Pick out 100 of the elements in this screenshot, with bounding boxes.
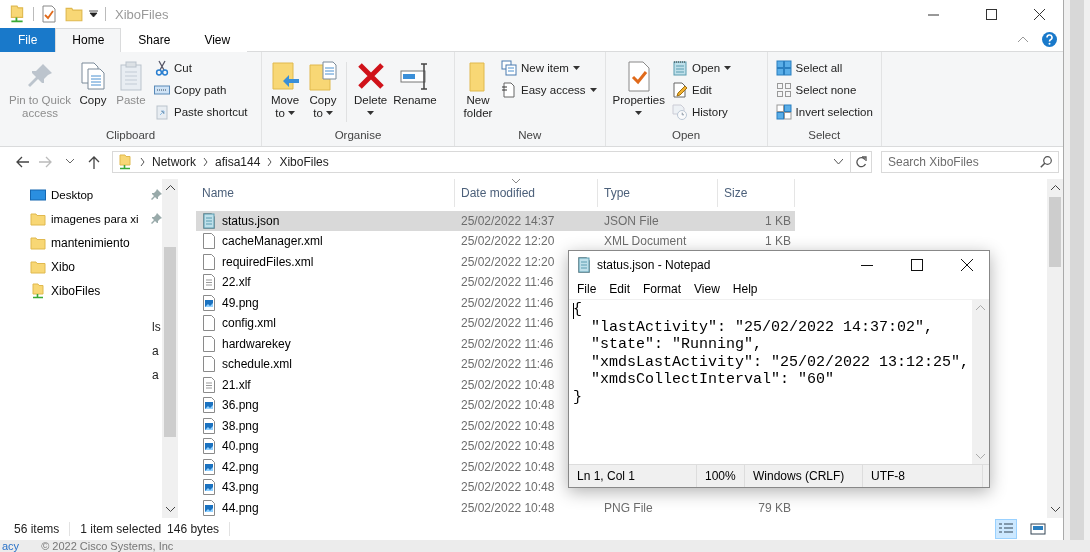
network-folder-icon xyxy=(117,153,133,170)
menu-item[interactable]: Help xyxy=(726,282,764,296)
ribbon-button[interactable]: Open xyxy=(670,58,734,78)
chevron-down-icon xyxy=(976,454,985,459)
file-row[interactable]: 40.png 25/02/2022 10:48 xyxy=(196,436,565,457)
file-row[interactable]: requiredFiles.xml 25/02/2022 12:20 xyxy=(196,251,565,273)
file-row[interactable]: schedule.xml 25/02/2022 11:46 xyxy=(196,354,565,375)
nav-item[interactable]: imagenes para xi xyxy=(0,206,162,231)
scrollbar[interactable] xyxy=(972,300,989,464)
ribbon-button[interactable]: Invert selection xyxy=(773,102,875,122)
nav-item[interactable]: XiboFiles xyxy=(0,278,162,303)
caret-icon xyxy=(724,66,732,71)
text-fragment: a xyxy=(152,367,159,382)
menu-item[interactable]: File xyxy=(571,282,603,296)
caret-icon xyxy=(367,110,375,115)
file-row[interactable]: 44.png 25/02/2022 10:48 PNG File 79 KB xyxy=(196,497,795,519)
scrollbar[interactable] xyxy=(162,178,178,519)
ribbon-button[interactable]: Move to xyxy=(266,55,304,126)
file-row[interactable]: 42.png 25/02/2022 10:48 xyxy=(196,456,565,478)
breadcrumb[interactable]: afisa144 xyxy=(215,154,261,169)
ribbon-button[interactable]: Select all xyxy=(773,58,875,78)
pin-icon xyxy=(151,213,162,225)
group-label: Select xyxy=(807,127,842,143)
chevron-up-icon xyxy=(976,305,985,310)
file-row[interactable]: 38.png 25/02/2022 10:48 xyxy=(196,415,565,437)
ribbon-button[interactable]: New folder xyxy=(459,55,497,126)
file-row[interactable]: 43.png 25/02/2022 10:48 xyxy=(196,477,565,498)
nav-item[interactable]: Xibo xyxy=(0,254,162,279)
file-name: cacheManager.xml xyxy=(222,234,323,249)
date-modified: 25/02/2022 11:46 xyxy=(461,275,554,290)
group-label: Clipboard xyxy=(104,127,157,143)
notepad-icon xyxy=(672,60,688,77)
column-header[interactable]: Name xyxy=(196,178,455,207)
file-row[interactable]: 21.xlf 25/02/2022 10:48 xyxy=(196,374,565,396)
grid-outline-icon xyxy=(775,82,792,99)
footer-text: © 2022 Cisco Systems, Inc xyxy=(41,540,174,552)
menu-item[interactable]: Format xyxy=(637,282,688,296)
column-header[interactable]: Size xyxy=(718,178,795,207)
column-header[interactable]: Type xyxy=(598,178,718,207)
file-size: 1 KB xyxy=(765,213,791,228)
scrollbar[interactable] xyxy=(1047,178,1063,519)
breadcrumb[interactable]: XiboFiles xyxy=(279,154,329,169)
ribbon-button[interactable]: Delete xyxy=(351,55,391,126)
caret-icon xyxy=(287,111,295,116)
date-modified: 25/02/2022 11:46 xyxy=(461,316,554,331)
nav-item[interactable]: Desktop xyxy=(0,182,162,207)
text-fragment: ls xyxy=(152,319,161,334)
image-file-icon xyxy=(202,479,216,496)
chevron-right-icon xyxy=(203,157,208,166)
file-row[interactable]: cacheManager.xml 25/02/2022 12:20 XML Document 1 KB xyxy=(196,231,795,252)
breadcrumb[interactable]: Network xyxy=(152,154,196,169)
link[interactable]: acy xyxy=(2,540,20,552)
file-row[interactable]: 22.xlf 25/02/2022 11:46 xyxy=(196,272,565,293)
file-row[interactable]: 49.png 25/02/2022 11:46 xyxy=(196,292,565,314)
ribbon-button[interactable]: Copy path xyxy=(152,80,250,100)
chevron-up-icon xyxy=(165,185,175,191)
ribbon-tab[interactable]: Home xyxy=(55,28,122,52)
file-row[interactable]: status.json 25/02/2022 14:37 JSON File 1 KB xyxy=(196,210,795,232)
scrollbar[interactable] xyxy=(1070,0,1084,540)
grid-icon xyxy=(775,104,792,121)
file-type: JSON File xyxy=(604,213,659,228)
text-line: "state": "Running", xyxy=(590,336,764,354)
file-name: 42.png xyxy=(222,459,259,474)
address-field[interactable]: Network afisa144 XiboFiles xyxy=(112,150,872,173)
ribbon-button[interactable]: Copy to xyxy=(304,55,342,126)
search-field[interactable]: Search XiboFiles xyxy=(881,150,1059,173)
folder-icon xyxy=(30,258,46,275)
nav-item[interactable]: mantenimiento xyxy=(0,230,162,255)
view-button[interactable] xyxy=(995,519,1017,540)
column-header[interactable]: Date modified xyxy=(455,178,598,207)
ribbon-button[interactable]: New item xyxy=(499,58,599,78)
file-name: 36.png xyxy=(222,398,259,413)
file-row[interactable]: hardwarekey 25/02/2022 11:46 xyxy=(196,333,565,355)
ribbon-button[interactable]: Edit xyxy=(670,80,734,100)
scrollbar-thumb[interactable] xyxy=(1049,196,1061,267)
ribbon-button[interactable]: Easy access xyxy=(499,80,599,100)
text-editor[interactable]: { "lastActivity": "25/02/2022 14:37:02", "state": "Running", "xmdsLastActivity": "25/02/2022 13:12:25", "xmdsCollectInterval": "60" } xyxy=(569,300,972,464)
menu-item[interactable]: View xyxy=(688,282,726,296)
ribbon-button[interactable]: Rename xyxy=(390,55,440,126)
file-row[interactable]: config.xml 25/02/2022 11:46 xyxy=(196,313,565,334)
ribbon-button[interactable]: Copy xyxy=(74,55,112,126)
file-menu-button[interactable]: File xyxy=(0,28,56,52)
maximize-icon xyxy=(911,259,923,271)
ribbon-button[interactable]: Properties xyxy=(609,55,668,126)
file-name: 43.png xyxy=(222,480,259,495)
chevron-right-icon xyxy=(140,157,145,166)
network-folder-icon xyxy=(8,5,26,23)
file-row[interactable]: 36.png 25/02/2022 10:48 xyxy=(196,395,565,416)
file-name: 22.xlf xyxy=(222,275,251,290)
date-modified: 25/02/2022 11:46 xyxy=(461,357,554,372)
new-item-icon xyxy=(501,60,517,77)
ribbon-button[interactable]: Select none xyxy=(773,80,875,100)
scrollbar-thumb[interactable] xyxy=(164,246,176,437)
ribbon-button[interactable]: Cut xyxy=(152,58,250,78)
notepad-icon xyxy=(577,257,591,273)
window-title: status.json - Notepad xyxy=(597,258,712,272)
file-name: schedule.xml xyxy=(222,357,293,372)
help-icon xyxy=(1042,31,1057,47)
status-text: Windows (CRLF) xyxy=(753,469,845,483)
menu-item[interactable]: Edit xyxy=(603,282,637,296)
